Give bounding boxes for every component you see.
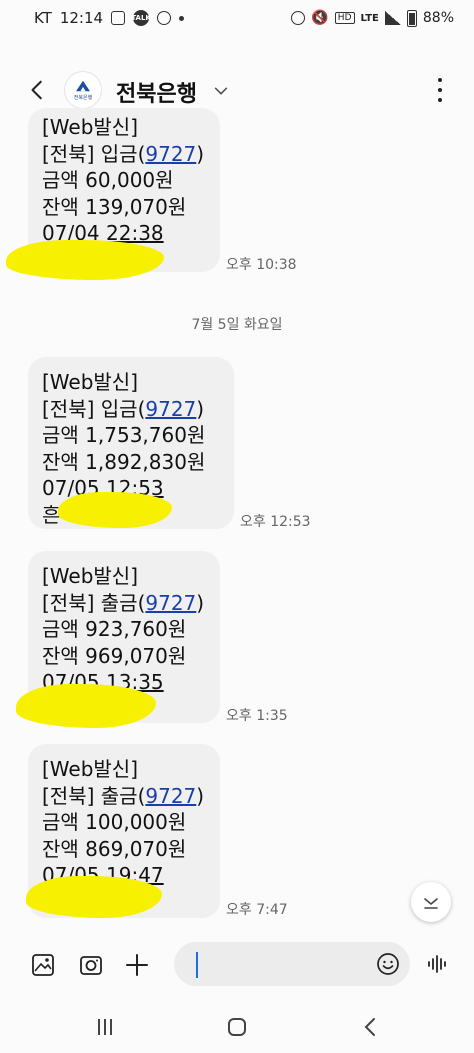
arrow-down-icon: [424, 898, 438, 909]
battery-icon: [406, 9, 417, 27]
message-line: [Web발신]: [42, 757, 139, 781]
redaction-scribble: [58, 492, 172, 528]
message-link[interactable]: 9727: [145, 591, 196, 615]
carrier-label: KT: [34, 9, 52, 27]
message-line: [전북] 입금(9727): [42, 396, 205, 421]
status-bar: KT 12:14 TALK 🔇 HD LTE 88%: [0, 0, 474, 36]
message-line: 잔액 969,070원: [42, 643, 187, 668]
more-options-button[interactable]: [436, 78, 444, 102]
message-line: [전북] 출금(9727): [42, 590, 205, 615]
voice-icon[interactable]: [426, 952, 450, 976]
message-time: 오후 7:47: [226, 902, 288, 918]
message-time: 오후 10:38: [226, 257, 297, 273]
mute-icon: 🔇: [311, 10, 329, 26]
home-button[interactable]: [224, 1014, 250, 1040]
message-line: 잔액 139,070원: [42, 194, 187, 219]
message-link[interactable]: 9727: [145, 397, 196, 421]
contact-name[interactable]: 전북은행: [116, 76, 197, 108]
redaction-scribble: [16, 684, 156, 728]
message-line: [Web발신]: [42, 370, 139, 394]
recent-apps-button[interactable]: [92, 1014, 118, 1040]
gallery-notification-icon: [111, 11, 126, 25]
camera-icon[interactable]: [78, 952, 104, 978]
message-input-bar: [0, 940, 474, 990]
date-separator: 7월 5일 화요일: [191, 317, 283, 333]
signal-icon: [384, 11, 401, 25]
chevron-down-icon[interactable]: [212, 82, 230, 100]
message-line: 금액 100,000원: [42, 810, 187, 834]
plus-icon[interactable]: [124, 952, 150, 978]
more-vert-icon: [438, 78, 442, 82]
message-line: 잔액 1,892,830원: [42, 449, 206, 474]
message-line: 잔액 869,070원: [42, 836, 187, 861]
message-line: 금액 1,753,760원: [42, 423, 206, 447]
recent-apps-icon: [98, 1019, 112, 1035]
message-link[interactable]: 9727: [145, 784, 196, 808]
message-line: [전북] 출금(9727): [42, 783, 205, 808]
emoji-icon[interactable]: [376, 952, 400, 976]
message-line: 금액 923,760원: [42, 617, 187, 641]
battery-percent: 88%: [422, 10, 454, 26]
message-time: 오후 1:35: [226, 708, 288, 724]
network-label: LTE: [360, 12, 379, 24]
scroll-to-bottom-button[interactable]: [411, 882, 451, 922]
nav-back-button[interactable]: [358, 1014, 384, 1040]
more-notifications-dot-icon: [179, 15, 185, 21]
avatar-label: 전북은행: [73, 95, 93, 101]
back-button[interactable]: [24, 76, 52, 104]
message-line: [Web발신]: [42, 564, 139, 588]
settings-notification-icon: [157, 11, 172, 25]
clock: 12:14: [59, 9, 104, 27]
message-line: [전북] 입금(9727): [42, 141, 205, 166]
message-line: [Web발신]: [42, 115, 139, 139]
alarm-icon: [291, 11, 306, 25]
kakaotalk-notification-icon: TALK: [131, 10, 151, 26]
back-icon: [31, 80, 42, 100]
home-icon: [228, 1018, 246, 1036]
system-navigation-bar: [0, 1000, 474, 1053]
hd-voice-icon: HD: [334, 12, 355, 24]
text-caret: [196, 952, 198, 978]
message-input[interactable]: [174, 942, 410, 986]
contact-avatar[interactable]: 전북은행: [64, 71, 102, 109]
redaction-scribble: [26, 876, 162, 918]
gallery-icon[interactable]: [30, 952, 56, 978]
message-line: 금액 60,000원: [42, 168, 174, 192]
redaction-scribble: [6, 240, 164, 280]
bank-logo-icon: [76, 80, 90, 92]
message-link[interactable]: 9727: [145, 142, 196, 166]
message-time: 오후 12:53: [240, 514, 311, 530]
nav-back-icon: [364, 1018, 375, 1036]
